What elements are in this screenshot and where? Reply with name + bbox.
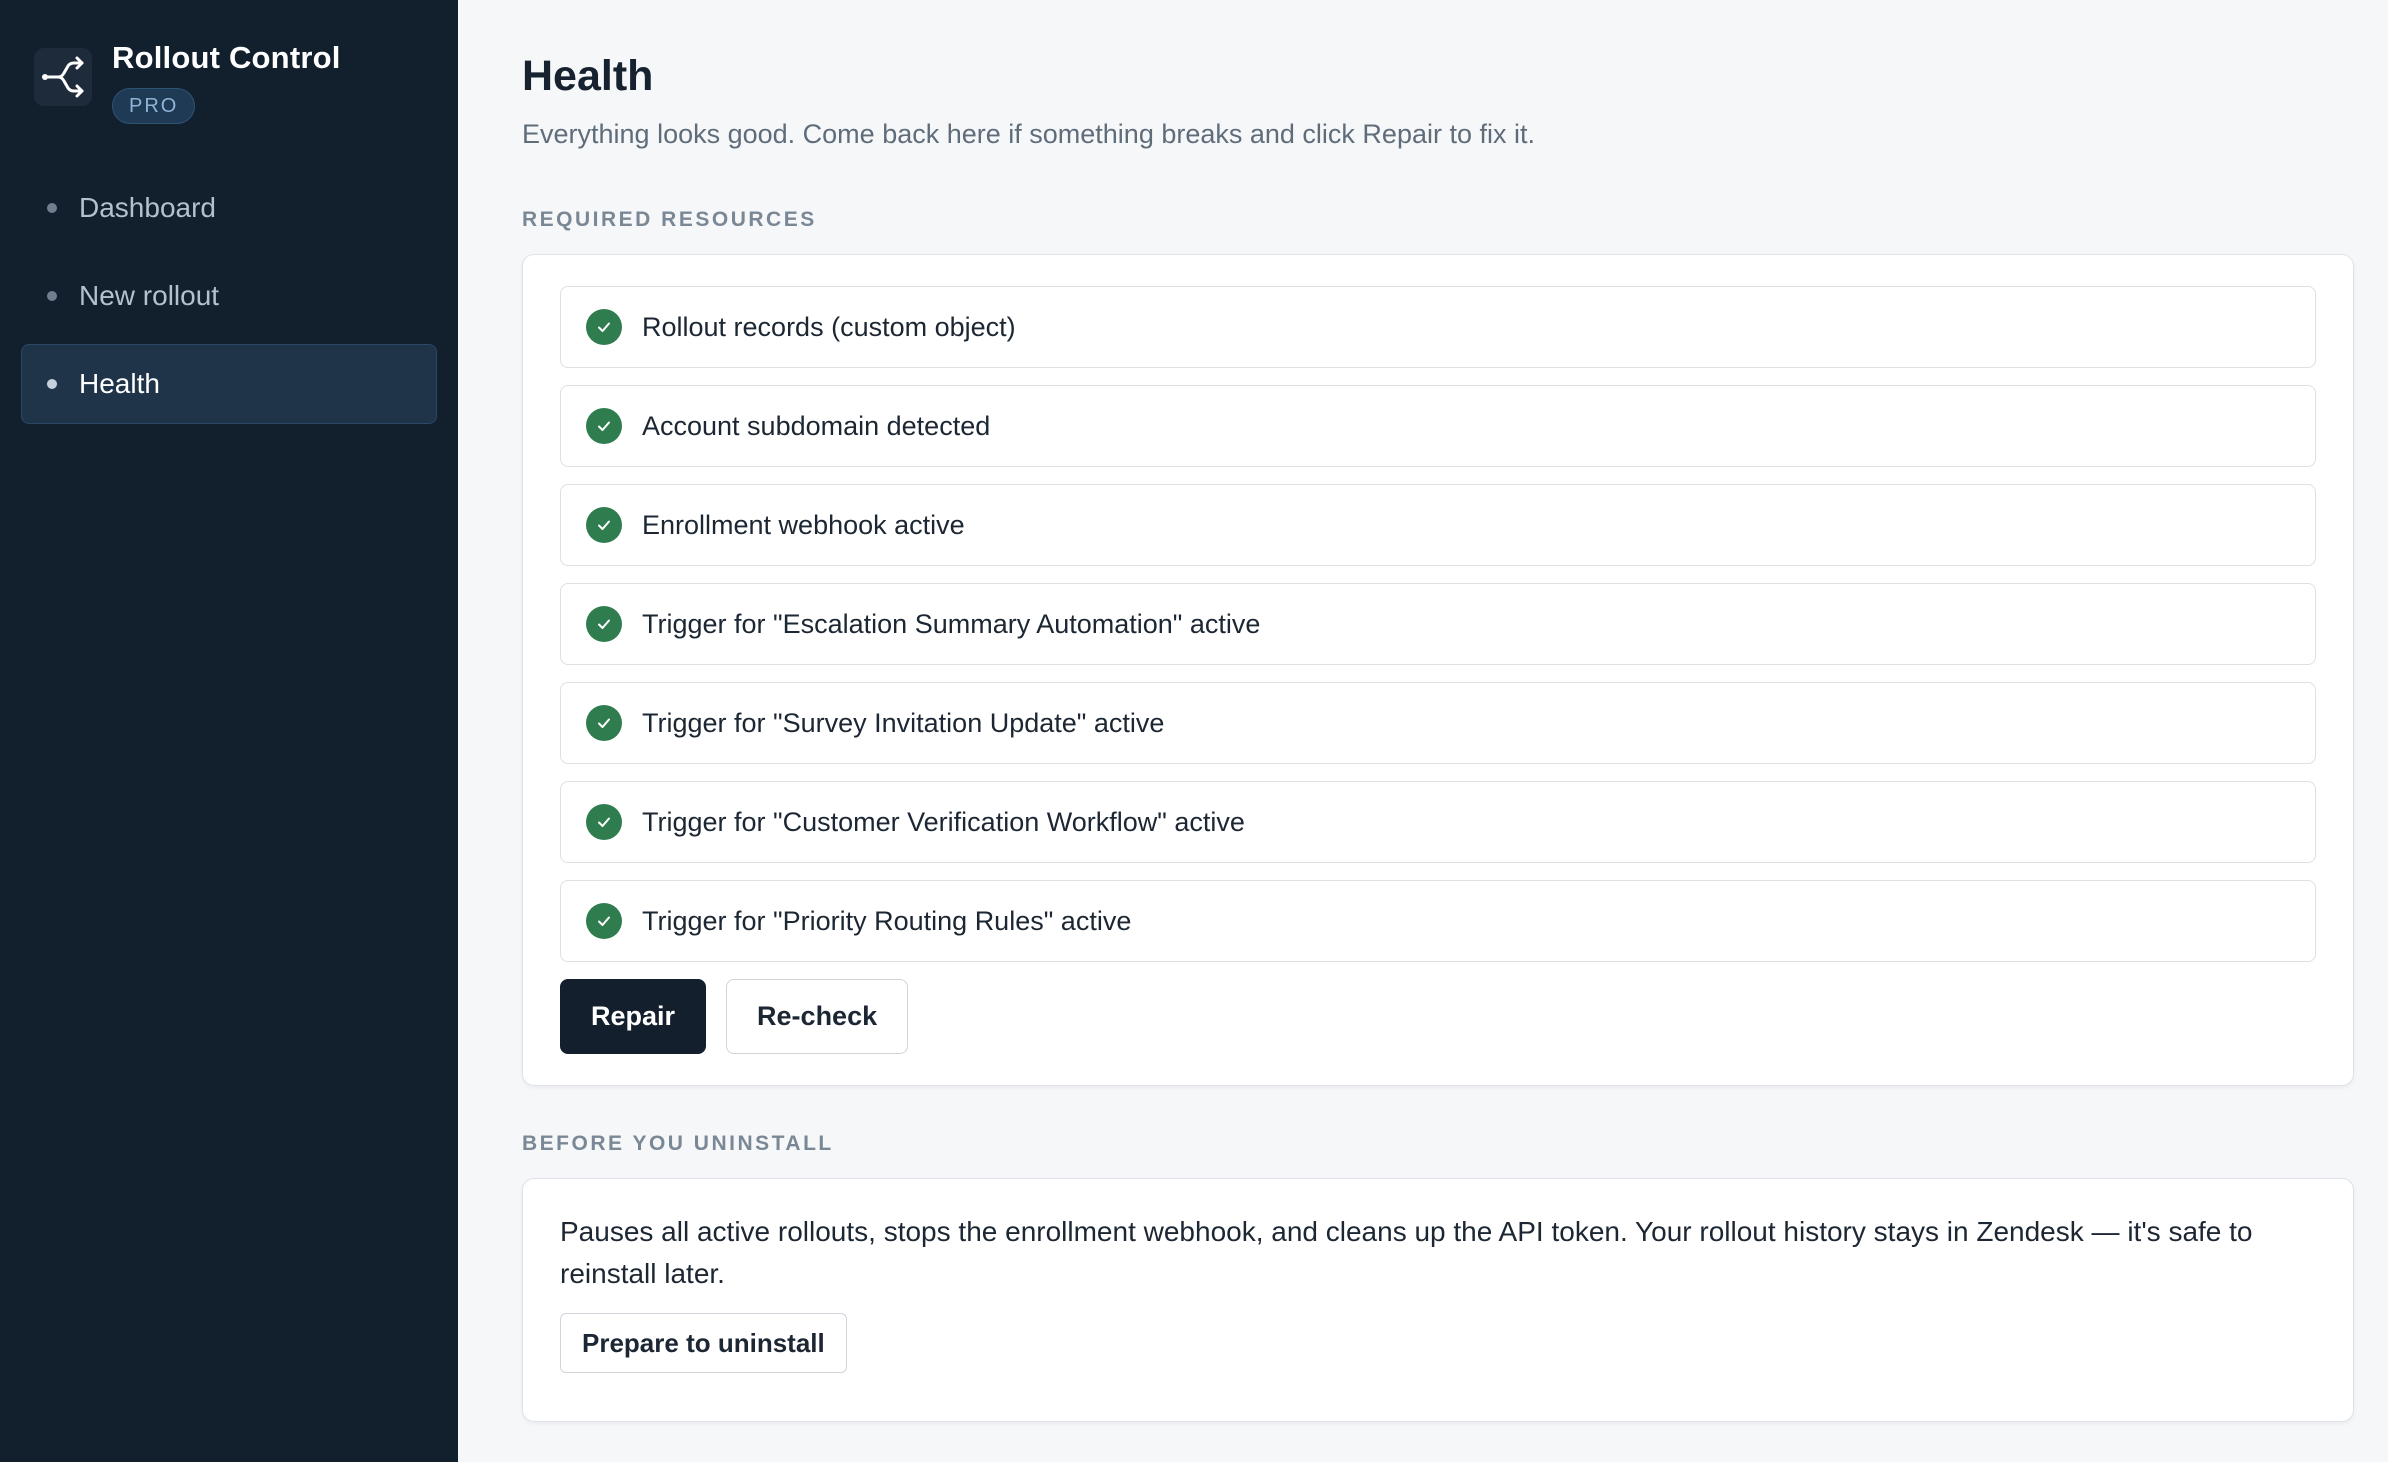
resource-row: Trigger for "Escalation Summary Automati… bbox=[560, 583, 2316, 665]
resource-label: Trigger for "Escalation Summary Automati… bbox=[642, 608, 1261, 639]
pro-badge: PRO bbox=[112, 88, 196, 124]
sidebar-item-label: New rollout bbox=[79, 280, 220, 311]
resource-label: Account subdomain detected bbox=[642, 410, 991, 441]
resource-row: Trigger for "Survey Invitation Update" a… bbox=[560, 682, 2316, 764]
resource-row: Rollout records (custom object) bbox=[560, 286, 2316, 368]
section-label-before-uninstall: BEFORE YOU UNINSTALL bbox=[522, 1132, 834, 1155]
repair-button[interactable]: Repair bbox=[560, 979, 707, 1054]
resource-label: Enrollment webhook active bbox=[642, 509, 965, 540]
resource-row: Account subdomain detected bbox=[560, 385, 2316, 467]
page-title: Health bbox=[522, 52, 654, 100]
sidebar-item-dashboard[interactable]: Dashboard bbox=[21, 168, 437, 248]
sidebar-nav: Dashboard New rollout Health bbox=[21, 168, 437, 424]
resource-label: Trigger for "Survey Invitation Update" a… bbox=[642, 707, 1165, 738]
prepare-uninstall-button[interactable]: Prepare to uninstall bbox=[560, 1313, 847, 1373]
bullet-icon bbox=[47, 379, 57, 389]
uninstall-card: Pauses all active rollouts, stops the en… bbox=[522, 1178, 2354, 1422]
check-circle-icon bbox=[586, 507, 622, 543]
recheck-button[interactable]: Re-check bbox=[726, 979, 909, 1054]
resource-row: Trigger for "Priority Routing Rules" act… bbox=[560, 880, 2316, 962]
sidebar-item-label: Health bbox=[79, 368, 160, 399]
uninstall-description: Pauses all active rollouts, stops the en… bbox=[560, 1216, 2253, 1289]
resource-actions: Repair Re-check bbox=[560, 979, 2316, 1054]
brand: Rollout Control PRO bbox=[34, 38, 437, 124]
brand-text: Rollout Control PRO bbox=[112, 38, 341, 124]
main-content: Health Everything looks good. Come back … bbox=[458, 0, 2388, 1462]
sidebar-item-label: Dashboard bbox=[79, 192, 216, 223]
sidebar: Rollout Control PRO Dashboard New rollou… bbox=[0, 0, 458, 1462]
required-resources-card: Rollout records (custom object) Account … bbox=[522, 254, 2354, 1086]
resource-label: Trigger for "Customer Verification Workf… bbox=[642, 806, 1245, 837]
check-circle-icon bbox=[586, 408, 622, 444]
resource-label: Rollout records (custom object) bbox=[642, 311, 1016, 342]
check-circle-icon bbox=[586, 606, 622, 642]
bullet-icon bbox=[47, 203, 57, 213]
app-title: Rollout Control bbox=[112, 40, 341, 75]
resource-row: Trigger for "Customer Verification Workf… bbox=[560, 781, 2316, 863]
check-circle-icon bbox=[586, 705, 622, 741]
resource-row: Enrollment webhook active bbox=[560, 484, 2316, 566]
check-circle-icon bbox=[586, 309, 622, 345]
section-label-required-resources: REQUIRED RESOURCES bbox=[522, 208, 817, 231]
check-circle-icon bbox=[586, 903, 622, 939]
sidebar-item-health[interactable]: Health bbox=[21, 344, 437, 424]
branch-arrows-icon bbox=[34, 48, 92, 106]
bullet-icon bbox=[47, 291, 57, 301]
resource-label: Trigger for "Priority Routing Rules" act… bbox=[642, 905, 1132, 936]
check-circle-icon bbox=[586, 804, 622, 840]
app-root: Rollout Control PRO Dashboard New rollou… bbox=[0, 0, 2388, 1462]
sidebar-item-new-rollout[interactable]: New rollout bbox=[21, 256, 437, 336]
page-subtitle: Everything looks good. Come back here if… bbox=[522, 119, 1535, 149]
